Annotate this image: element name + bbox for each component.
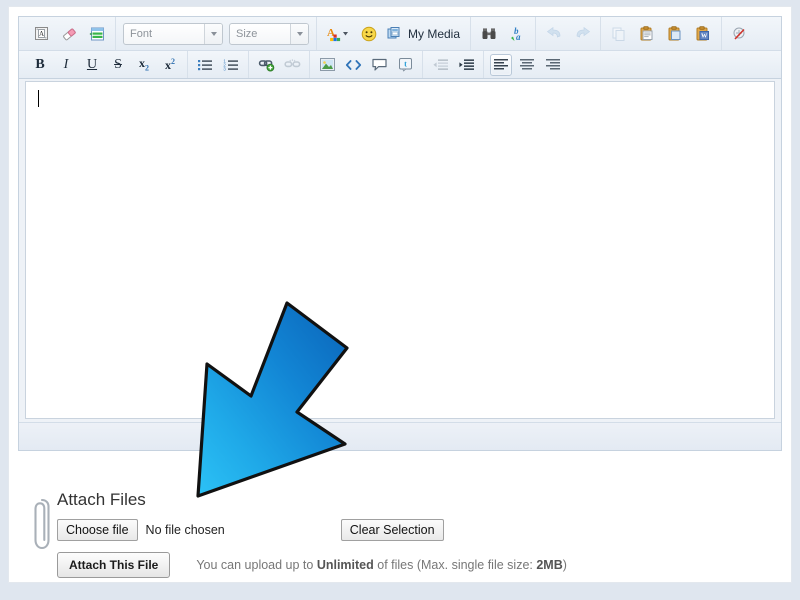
editor-content-area[interactable] bbox=[25, 81, 775, 419]
attach-action-row: Attach This File You can upload up to Un… bbox=[57, 552, 769, 578]
svg-text:t: t bbox=[404, 59, 407, 68]
insert-image-button[interactable] bbox=[316, 54, 338, 76]
svg-text:A: A bbox=[38, 30, 43, 38]
editor-status-bar bbox=[19, 422, 781, 450]
text-color-icon[interactable]: A bbox=[323, 22, 353, 46]
underline-button[interactable]: U bbox=[81, 54, 103, 76]
screen-root: A Font Size A My Media b a W B I U S x2 … bbox=[0, 0, 800, 600]
paste-text-icon[interactable] bbox=[663, 22, 687, 46]
toolbar-group-align bbox=[484, 51, 570, 78]
content-card: A Font Size A My Media b a W B I U S x2 … bbox=[8, 6, 792, 583]
underline-label: U bbox=[86, 56, 98, 72]
hint-suffix: ) bbox=[562, 558, 567, 572]
toolbar-group-lists: 1 2 3 bbox=[188, 51, 249, 78]
font-size-value: Size bbox=[236, 27, 258, 40]
find-icon[interactable] bbox=[477, 22, 501, 46]
font-family-value: Font bbox=[130, 27, 153, 40]
hint-size-value: 2MB bbox=[536, 558, 563, 572]
spellcheck-icon[interactable]: b a bbox=[505, 22, 529, 46]
hint-prefix: You can upload up to bbox=[196, 558, 317, 572]
paperclip-icon bbox=[31, 495, 53, 553]
rich-text-editor: A Font Size A My Media b a W B I U S x2 … bbox=[18, 16, 782, 451]
editor-toolbar-primary: A Font Size A My Media b a W bbox=[19, 17, 781, 51]
svg-text:a: a bbox=[516, 32, 521, 42]
subscript-button[interactable]: x2 bbox=[133, 54, 155, 76]
svg-text:3: 3 bbox=[223, 66, 226, 71]
editor-toolbar-formatting: B I U S x2 x2 1 2 3 t bbox=[19, 51, 781, 79]
toolbar-group-clipboard: W bbox=[601, 17, 723, 50]
insert-table-icon[interactable] bbox=[85, 22, 109, 46]
italic-button[interactable]: I bbox=[55, 54, 77, 76]
font-size-select[interactable]: Size bbox=[229, 22, 309, 45]
strikethrough-label: S bbox=[114, 56, 122, 72]
font-family-select[interactable]: Font bbox=[123, 22, 223, 45]
toolbar-group-textstyle: B I U S x2 x2 bbox=[23, 51, 188, 78]
bold-button[interactable]: B bbox=[29, 54, 51, 76]
my-media-label: My Media bbox=[408, 26, 461, 41]
chevron-down-icon[interactable] bbox=[204, 23, 222, 44]
strikethrough-button[interactable]: S bbox=[107, 54, 129, 76]
align-left-button[interactable] bbox=[490, 53, 512, 76]
hint-limit-value: Unlimited bbox=[316, 558, 374, 572]
toolbar-group-insert: t bbox=[310, 51, 423, 78]
comment-button[interactable] bbox=[368, 54, 390, 76]
redo-icon[interactable] bbox=[570, 22, 594, 46]
source-view-icon[interactable]: A bbox=[29, 22, 53, 46]
toolbar-group-document: A bbox=[23, 17, 116, 50]
numbered-list-button[interactable]: 1 2 3 bbox=[220, 54, 242, 76]
twitter-button[interactable]: t bbox=[394, 54, 416, 76]
copy-icon[interactable] bbox=[607, 22, 631, 46]
chevron-down-icon[interactable] bbox=[290, 23, 308, 44]
no-file-chosen-label: No file chosen bbox=[145, 523, 225, 537]
align-right-button[interactable] bbox=[542, 54, 564, 76]
outdent-button[interactable] bbox=[429, 54, 451, 76]
toolbar-group-indent bbox=[423, 51, 484, 78]
bulleted-list-button[interactable] bbox=[194, 54, 216, 76]
italic-label: I bbox=[63, 56, 69, 72]
emoticon-icon[interactable] bbox=[357, 22, 381, 46]
source-code-button[interactable] bbox=[342, 54, 364, 76]
clear-selection-button[interactable]: Clear Selection bbox=[340, 519, 444, 541]
attach-files-title: Attach Files bbox=[57, 490, 146, 509]
choose-file-button[interactable]: Choose file bbox=[57, 519, 138, 541]
undo-icon[interactable] bbox=[542, 22, 566, 46]
file-input-row: Choose file No file chosen Clear Selecti… bbox=[57, 519, 769, 541]
align-center-button[interactable] bbox=[516, 54, 538, 76]
insert-link-button[interactable] bbox=[255, 54, 277, 76]
bold-label: B bbox=[35, 56, 45, 72]
hint-middle: of files (Max. single file size: bbox=[373, 558, 537, 572]
paste-word-icon[interactable]: W bbox=[691, 22, 715, 46]
toolbar-group-history bbox=[536, 17, 602, 50]
toolbar-group-link bbox=[249, 51, 310, 78]
indent-button[interactable] bbox=[455, 54, 477, 76]
remove-format-icon[interactable] bbox=[728, 22, 752, 46]
my-media-button[interactable]: My Media bbox=[383, 22, 466, 46]
paste-icon[interactable] bbox=[635, 22, 659, 46]
unlink-button[interactable] bbox=[281, 54, 303, 76]
text-caret bbox=[38, 90, 39, 107]
superscript-button[interactable]: x2 bbox=[159, 54, 181, 76]
toolbar-group-color: A My Media bbox=[317, 17, 472, 50]
toolbar-group-tools: b a bbox=[471, 17, 537, 50]
toolbar-group-cleanup bbox=[722, 17, 758, 50]
attach-files-section: Attach Files Choose file No file chosen … bbox=[29, 489, 769, 578]
svg-text:W: W bbox=[701, 32, 708, 39]
upload-limit-hint: You can upload up to Unlimited of files … bbox=[196, 558, 567, 572]
toolbar-group-font: Font Size bbox=[116, 17, 317, 50]
eraser-icon[interactable] bbox=[57, 22, 81, 46]
attach-this-file-button[interactable]: Attach This File bbox=[57, 552, 171, 578]
